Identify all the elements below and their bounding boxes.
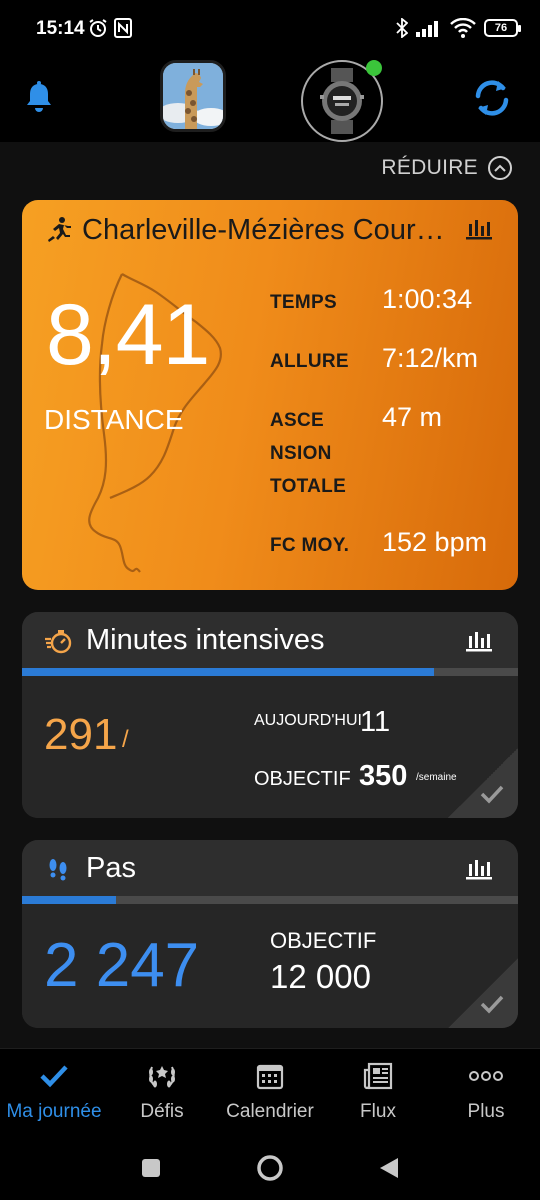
nav-plus[interactable]: Plus: [432, 1059, 540, 1123]
intensive-progress-bar: [22, 668, 518, 676]
status-right-icons: 76: [396, 18, 521, 38]
stat-value-fc: 152 bpm: [382, 527, 488, 557]
check-corner: [448, 958, 518, 1028]
newsfeed-icon: [363, 1062, 393, 1090]
alarm-icon: [89, 19, 107, 37]
running-icon: [48, 217, 71, 242]
bottom-navigation: Ma journée Défis Calendrier Flux Plus: [0, 1048, 540, 1136]
stat-label-ascension-3: TOTALE: [270, 476, 347, 497]
stat-value-ascension: 47 m: [382, 402, 443, 432]
nav-flux[interactable]: Flux: [324, 1059, 432, 1123]
status-time: 15:14: [36, 18, 85, 39]
steps-progress-fill: [22, 896, 117, 904]
footsteps-icon: [49, 859, 67, 881]
collapse-button[interactable]: RÉDUIRE: [381, 156, 512, 180]
nav-label: Défis: [140, 1101, 184, 1122]
wifi-icon: [450, 18, 476, 38]
sync-icon[interactable]: [470, 76, 514, 120]
battery-level: 76: [494, 22, 508, 34]
nav-label: Calendrier: [226, 1101, 314, 1122]
stat-label-fc: FC MOY.: [270, 535, 350, 556]
main-content: RÉDUIRE Charleville-Mézières Cour… 8,41 …: [0, 142, 540, 1048]
distance-value: 8,41: [46, 287, 210, 383]
intensive-minutes-value: 291: [44, 710, 118, 759]
stat-label-ascension-1: ASCE: [270, 410, 324, 431]
bar-chart-icon[interactable]: [466, 856, 492, 880]
home-icon[interactable]: [256, 1154, 284, 1182]
activity-title: Charleville-Mézières Cour…: [82, 214, 445, 246]
chevron-up-icon: [488, 156, 512, 180]
bar-chart-icon[interactable]: [466, 628, 492, 652]
distance-label: DISTANCE: [44, 404, 184, 435]
back-icon[interactable]: [378, 1156, 400, 1180]
bluetooth-icon: [396, 18, 408, 38]
steps-header: Pas: [22, 840, 518, 896]
app-header: [0, 60, 540, 142]
stopwatch-icon: [45, 630, 72, 654]
battery-icon: 76: [484, 19, 521, 37]
stat-label-allure: ALLURE: [270, 351, 349, 372]
intensive-minutes-header: Minutes intensives: [22, 612, 518, 668]
intensive-minutes-title: Minutes intensives: [86, 624, 325, 656]
laurel-icon: [149, 1066, 175, 1088]
goal-value: 350: [359, 760, 408, 792]
steps-value: 2 247: [44, 931, 200, 1000]
recent-apps-icon[interactable]: [141, 1158, 161, 1178]
stat-value-temps: 1:00:34: [382, 284, 473, 314]
steps-body: 2 247 OBJECTIF 12 000: [22, 904, 518, 1028]
steps-title: Pas: [86, 852, 136, 884]
calendar-icon: [256, 1064, 284, 1090]
stat-value-allure: 7:12/km: [382, 343, 479, 373]
collapse-label: RÉDUIRE: [381, 156, 478, 179]
bar-chart-icon[interactable]: [466, 216, 492, 240]
status-bar: 15:14 76: [0, 0, 540, 60]
nav-defis[interactable]: Défis: [108, 1059, 216, 1123]
nav-calendrier[interactable]: Calendrier: [216, 1059, 324, 1123]
intensive-progress-fill: [22, 668, 434, 676]
intensive-minutes-card[interactable]: Minutes intensives 291 / AUJOURD'HUI 11 …: [22, 612, 518, 818]
nav-label: Plus: [467, 1101, 505, 1122]
more-icon: [469, 1071, 503, 1081]
steps-progress-bar: [22, 896, 518, 904]
check-icon: [480, 785, 504, 804]
steps-card[interactable]: Pas 2 247 OBJECTIF 12 000: [22, 840, 518, 1028]
intensive-minutes-slash: /: [122, 726, 129, 753]
goal-label: OBJECTIF: [254, 768, 351, 790]
status-left-icons: [88, 18, 132, 38]
stat-label-temps: TEMPS: [270, 292, 337, 313]
avatar[interactable]: [160, 60, 226, 132]
nav-ma-journee[interactable]: Ma journée: [0, 1059, 108, 1123]
bell-icon[interactable]: [24, 80, 54, 114]
nav-label: Flux: [360, 1101, 396, 1122]
activity-card[interactable]: Charleville-Mézières Cour… 8,41 DISTANCE…: [22, 200, 518, 590]
device-connected-badge: [366, 60, 382, 76]
nav-label: Ma journée: [6, 1101, 102, 1122]
signal-icon: [416, 21, 438, 37]
system-nav-bar: [0, 1136, 540, 1200]
stat-label-ascension-2: NSION: [270, 443, 332, 464]
check-icon: [40, 1065, 68, 1088]
check-corner: [448, 748, 518, 818]
giraffe-photo-icon: [163, 63, 223, 129]
intensive-minutes-body: 291 / AUJOURD'HUI 11 OBJECTIF 350 /semai…: [22, 676, 518, 818]
today-value: 11: [360, 706, 391, 738]
check-icon: [480, 995, 504, 1014]
steps-goal-label: OBJECTIF: [270, 928, 377, 953]
steps-goal-value: 12 000: [270, 958, 371, 995]
today-label: AUJOURD'HUI: [254, 712, 362, 729]
nfc-icon: [114, 18, 132, 38]
